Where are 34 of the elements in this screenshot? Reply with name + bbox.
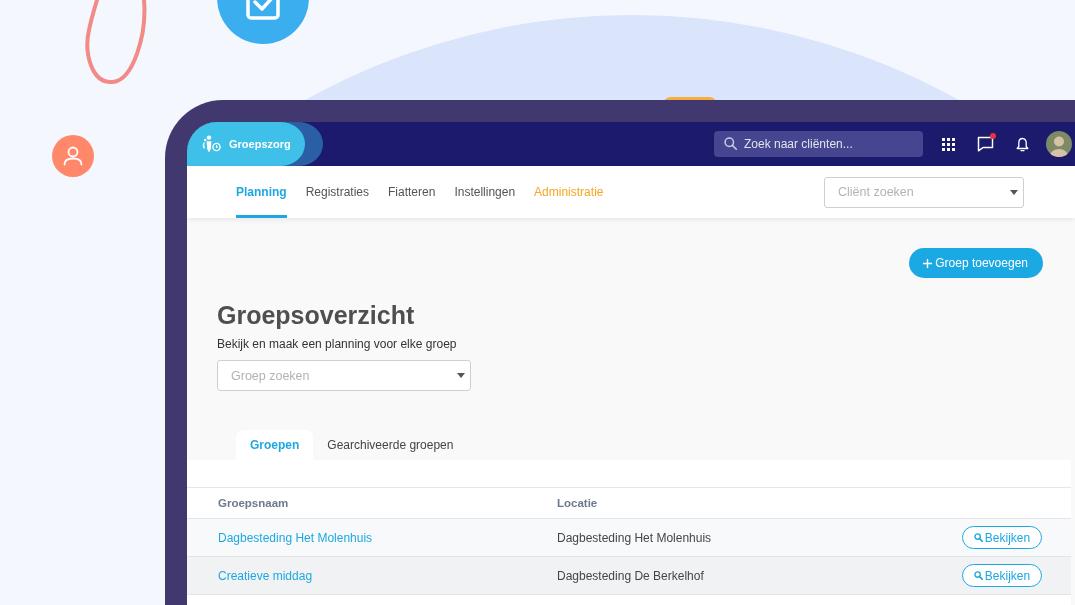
- search-icon: [724, 137, 737, 150]
- chat-icon[interactable]: [977, 136, 994, 152]
- user-icon: [52, 135, 94, 177]
- app-name: Groepszorg: [229, 138, 291, 150]
- nav-tab[interactable]: Planning: [236, 166, 287, 218]
- page-title: Groepsoverzicht: [217, 300, 415, 330]
- view-button[interactable]: Bekijken: [962, 526, 1042, 549]
- location-cell: Dagbesteding Het Molenhuis: [557, 530, 712, 545]
- column-header: Groepsnaam: [218, 497, 289, 509]
- group-name-link[interactable]: Creatieve middag: [218, 568, 313, 583]
- group-tab[interactable]: Gearchiveerde groepen: [313, 430, 468, 460]
- search-field[interactable]: Zoek naar cliënten...: [714, 131, 923, 157]
- search-icon: [973, 571, 983, 580]
- add-group-button[interactable]: Groep toevoegen: [909, 248, 1043, 278]
- group-tab[interactable]: Groepen: [236, 430, 314, 460]
- location-cell: Dagbesteding De Berkelhof: [557, 568, 704, 583]
- column-header: Locatie: [557, 497, 598, 509]
- grid-icon[interactable]: [942, 137, 955, 151]
- nav-tab[interactable]: Registraties: [305, 166, 370, 218]
- nav-tab[interactable]: Fiatteren: [388, 166, 436, 218]
- people-clock-icon: [201, 135, 221, 153]
- group-search-field[interactable]: Groep zoeken: [217, 360, 471, 391]
- nav-tab[interactable]: Instellingen: [454, 166, 516, 218]
- nav-tab[interactable]: Administratie: [534, 166, 604, 218]
- caret-icon[interactable]: [1010, 189, 1018, 195]
- client-search-field[interactable]: Cliënt zoeken: [824, 176, 1024, 208]
- view-button[interactable]: Bekijken: [962, 564, 1042, 587]
- avatar-icon[interactable]: [1046, 131, 1072, 157]
- plus-icon: [923, 258, 933, 268]
- group-name-link[interactable]: Dagbesteding Het Molenhuis: [218, 530, 373, 545]
- page-subtitle: Bekijk en maak een planning voor elke groep: [217, 336, 457, 352]
- bell-icon[interactable]: [1016, 136, 1029, 152]
- search-icon: [973, 533, 983, 542]
- caret-icon[interactable]: [457, 373, 465, 378]
